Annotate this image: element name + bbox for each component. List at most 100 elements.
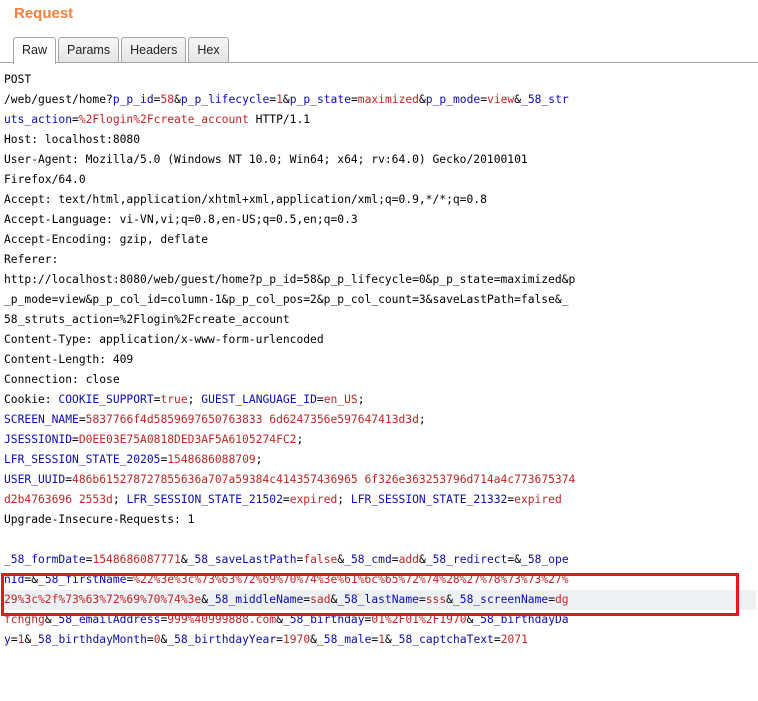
request-text: =	[72, 113, 79, 126]
request-text: =&	[507, 553, 522, 566]
request-line: Upgrade-Insecure-Requests: 1	[4, 510, 756, 530]
request-line: SCREEN_NAME=5837766f4d5859697650763833 6…	[4, 410, 756, 430]
request-text: ;	[337, 493, 351, 506]
param-name: _58_birthdayYear	[167, 633, 277, 646]
param-name: p_p_id	[112, 93, 154, 106]
request-line: _58_formDate=1548686087771&_58_saveLastP…	[4, 550, 756, 570]
param-value: D0EE03E75A0818DED3AF5A6105274FC2	[78, 433, 297, 446]
request-text: 58_struts_action=%2Flogin%2Fcreate_accou…	[4, 313, 290, 326]
request-text: &	[180, 553, 188, 566]
xss-payload-highlight	[1, 573, 739, 616]
request-line: Connection: close	[4, 370, 756, 390]
param-value: 1548686087771	[92, 553, 181, 566]
param-name: _58_formDate	[4, 553, 86, 566]
request-line: JSESSIONID=D0EE03E75A0818DED3AF5A6105274…	[4, 430, 756, 450]
request-line: USER_UUID=486b615278727855636a707a59384c…	[4, 470, 756, 490]
request-text: =	[282, 493, 290, 506]
request-text: ;	[112, 493, 127, 506]
param-name: p_p_mode	[425, 93, 481, 106]
param-name: y	[4, 633, 11, 646]
request-text: Cookie:	[4, 393, 59, 406]
param-name: _58_redirect	[425, 553, 508, 566]
param-value: 5837766f4d5859697650763833 6d6247356e597…	[85, 413, 419, 426]
request-text: ;	[357, 393, 365, 406]
request-text: =	[493, 633, 501, 646]
tab-headers[interactable]: Headers	[121, 37, 187, 63]
request-line: d2b4763696 2553d; LFR_SESSION_STATE_2150…	[4, 490, 756, 510]
request-text: =	[10, 633, 18, 646]
param-value: 0	[153, 633, 161, 646]
request-line: _p_mode=view&p_p_col_id=column-1&p_p_col…	[4, 290, 756, 310]
request-line: POST	[4, 70, 756, 90]
request-text: =	[391, 553, 399, 566]
tab-raw[interactable]: Raw	[13, 37, 57, 64]
param-value: 1548686088709	[167, 453, 256, 466]
param-name: _58_ope	[521, 553, 569, 566]
request-text: Referer:	[4, 253, 59, 266]
param-value: add	[398, 553, 419, 566]
param-name: _58_male	[316, 633, 372, 646]
request-text: =	[72, 433, 79, 446]
request-text: &	[418, 93, 426, 106]
request-line: User-Agent: Mozilla/5.0 (Windows NT 10.0…	[4, 150, 756, 170]
request-line: Host: localhost:8080	[4, 130, 756, 150]
request-text: HTTP/1.1	[248, 113, 311, 126]
param-value: 58	[160, 93, 175, 106]
param-value: 1970	[282, 633, 311, 646]
request-line: Referer:	[4, 250, 756, 270]
request-text: http://localhost:8080/web/guest/home?p_p…	[4, 273, 576, 286]
request-text: Connection: close	[4, 373, 120, 386]
request-text: =	[316, 393, 324, 406]
request-text: &	[385, 633, 392, 646]
param-value: %2Flogin%2Fcreate_account	[78, 113, 249, 126]
param-value: 1	[276, 93, 283, 106]
request-text: =	[350, 93, 358, 106]
request-text: =	[65, 473, 73, 486]
request-line: http://localhost:8080/web/guest/home?p_p…	[4, 270, 756, 290]
request-line: Content-Length: 409	[4, 350, 756, 370]
param-value: en_US	[323, 393, 358, 406]
request-line	[4, 530, 756, 550]
request-text: POST	[4, 73, 32, 86]
request-text: &	[418, 553, 426, 566]
request-text: =	[480, 93, 488, 106]
param-name: COOKIE_SUPPORT	[58, 393, 154, 406]
param-name: p_p_state	[289, 93, 351, 106]
request-text: /web/guest/home?	[4, 93, 113, 106]
param-name: _58_saveLastPath	[187, 553, 297, 566]
request-line: Accept-Encoding: gzip, deflate	[4, 230, 756, 250]
param-name: SCREEN_NAME	[4, 413, 79, 426]
request-line: uts_action=%2Flogin%2Fcreate_account HTT…	[4, 110, 756, 130]
param-value: 2071	[500, 633, 528, 646]
param-value: 486b615278727855636a707a59384c4143574369…	[72, 473, 576, 486]
request-text: ;	[187, 393, 202, 406]
request-text: =	[78, 413, 86, 426]
request-line: Content-Type: application/x-www-form-url…	[4, 330, 756, 350]
request-line: /web/guest/home?p_p_id=58&p_p_lifecycle=…	[4, 90, 756, 110]
request-text: &	[174, 93, 181, 106]
request-line: LFR_SESSION_STATE_20205=1548686088709;	[4, 450, 756, 470]
param-value: false	[303, 553, 338, 566]
param-name: LFR_SESSION_STATE_20205	[4, 453, 161, 466]
request-text: &	[282, 93, 290, 106]
request-line: 58_struts_action=%2Flogin%2Fcreate_accou…	[4, 310, 756, 330]
tab-hex[interactable]: Hex	[188, 37, 229, 63]
param-name: _58_str	[521, 93, 569, 106]
request-text: User-Agent: Mozilla/5.0 (Windows NT 10.0…	[4, 153, 528, 166]
request-text: &	[310, 633, 317, 646]
param-value: view	[487, 93, 515, 106]
request-text: Host: localhost:8080	[4, 133, 141, 146]
request-text: _p_mode=view&p_p_col_id=column-1&p_p_col…	[4, 293, 569, 306]
request-line: Cookie: COOKIE_SUPPORT = true; GUEST_LANGU…	[4, 390, 756, 410]
param-name: p_p_lifecycle	[180, 93, 270, 106]
param-value: expired	[289, 493, 338, 506]
request-text: =	[146, 633, 154, 646]
param-name: uts_action	[4, 113, 73, 126]
tab-divider	[0, 62, 758, 63]
tab-params[interactable]: Params	[58, 37, 120, 63]
view-tabs: Raw Params Headers Hex	[13, 37, 231, 64]
request-line: Accept-Language: vi-VN,vi;q=0.8,en-US;q=…	[4, 210, 756, 230]
param-name: _58_captchaText	[391, 633, 494, 646]
param-name: _58_birthdayMonth	[31, 633, 147, 646]
param-name: LFR_SESSION_STATE_21332	[350, 493, 508, 506]
